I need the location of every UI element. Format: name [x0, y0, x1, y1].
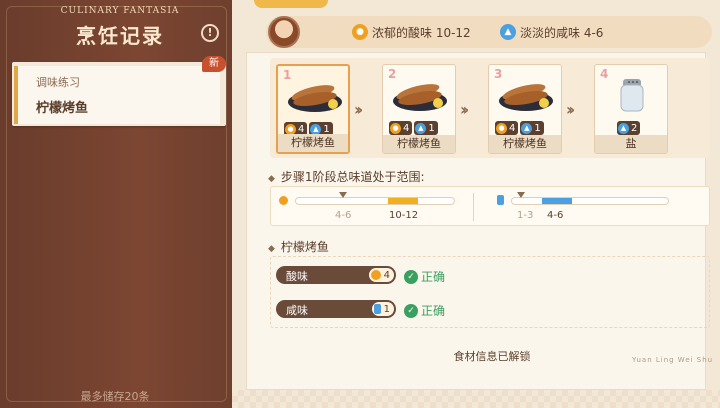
taste-name: 咸味: [286, 304, 308, 317]
correct-indicator: ✓ 正确: [404, 268, 445, 285]
entry-category: 调味练习: [36, 76, 80, 89]
diamond-icon: ◆: [268, 174, 275, 184]
taste-name: 酸味: [286, 270, 308, 283]
record-book-cover: CULINARY FANTASIA 烹饪记录 ! 调味练习 柠檬烤鱼 新 最多储…: [0, 0, 236, 408]
requirement-bar: [266, 16, 712, 48]
salty-value: ▲ 1: [414, 121, 438, 135]
sour-number: 4: [403, 122, 410, 134]
grilled-fish-icon: [393, 84, 447, 111]
sour-number: 4: [298, 123, 305, 135]
sour-taste-pill: 酸味 4: [276, 266, 396, 284]
taste-value: 4: [368, 268, 394, 282]
lemon-icon: [279, 196, 288, 205]
salt-shaker-icon: ▲: [415, 122, 427, 134]
salty-number: 1: [428, 122, 435, 134]
salt-shaker-icon: [373, 304, 381, 314]
requirement-sour: ● 浓郁的酸味 10-12: [352, 22, 471, 42]
step-card-4[interactable]: 4 ▲ 2 盐: [594, 64, 668, 154]
requirement-sour-label: 浓郁的酸味 10-12: [372, 25, 471, 40]
salty-number: 2: [631, 122, 638, 134]
chef-avatar: [268, 16, 300, 48]
sour-target-segment: [388, 198, 418, 204]
sour-value: ● 4: [389, 121, 413, 135]
salty-range-bar: [511, 197, 669, 205]
correct-indicator: ✓ 正确: [404, 302, 445, 319]
check-icon: ✓: [404, 303, 418, 318]
salt-shaker-icon: ▲: [618, 122, 629, 134]
salt-shaker-icon: ▲: [310, 123, 322, 135]
step-name: 柠檬烤鱼: [489, 135, 561, 153]
salt-shaker-icon: [497, 195, 504, 205]
lemon-icon: ●: [285, 123, 296, 135]
sour-range-bar: [295, 197, 455, 205]
grilled-fish-icon: [288, 85, 342, 112]
salty-target-segment: [542, 198, 572, 204]
lemon-icon: ●: [496, 122, 507, 134]
storage-note: 最多储存20条: [80, 390, 150, 403]
status-text: 正确: [421, 270, 446, 284]
dish-title-text: 柠檬烤鱼: [280, 240, 329, 254]
lemon-icon: ●: [390, 122, 401, 134]
page-title: 烹饪记录: [76, 24, 164, 48]
range-section-title: ◆ 步骤1阶段总味道处于范围:: [268, 168, 425, 185]
grilled-fish-icon: [499, 84, 553, 111]
chevron-right-icon: ››: [354, 100, 363, 119]
requirement-salty: ▲ 淡淡的咸味 4-6: [500, 22, 603, 42]
status-text: 正确: [421, 304, 446, 318]
recipe-detail-page: ● 浓郁的酸味 10-12 ▲ 淡淡的咸味 4-6 1 ● 4 ▲ 1 柠檬烤鱼 ›…: [232, 0, 720, 408]
record-entry-lemon-fish[interactable]: 调味练习 柠檬烤鱼: [14, 66, 220, 124]
step-name: 柠檬烤鱼: [383, 135, 455, 153]
taste-value: 1: [371, 302, 394, 316]
sour-target-range: 10-12: [389, 210, 419, 221]
unlock-status: 食材信息已解锁: [453, 350, 531, 363]
lemon-icon: [370, 270, 381, 280]
salty-number: 1: [323, 123, 330, 135]
range-divider: [473, 193, 474, 221]
step-card-2[interactable]: 2 ● 4 ▲ 1 柠檬烤鱼: [382, 64, 456, 154]
publisher-stamp: Yuan Ling Wei Shu: [632, 356, 714, 364]
chevron-right-icon: ››: [566, 100, 575, 119]
check-icon: ✓: [404, 269, 418, 284]
salty-current-range: 1-3: [517, 210, 534, 221]
entry-name: 柠檬烤鱼: [36, 101, 89, 116]
salty-target-range: 4-6: [547, 210, 564, 221]
salty-value: ▲ 2: [617, 121, 641, 135]
lemon-icon: ●: [352, 24, 368, 40]
salt-shaker-icon: ▲: [500, 24, 516, 40]
step-name: 盐: [595, 135, 667, 153]
taste-number: 1: [383, 303, 390, 315]
salty-current-marker: [517, 192, 525, 198]
chevron-right-icon: ››: [460, 100, 469, 119]
step-card-3[interactable]: 3 ● 4 ▲ 1 柠檬烤鱼: [488, 64, 562, 154]
salty-taste-pill: 咸味 1: [276, 300, 396, 318]
sour-current-range: 4-6: [335, 210, 352, 221]
sour-current-marker: [339, 192, 347, 198]
diamond-icon: ◆: [268, 244, 275, 254]
info-icon[interactable]: !: [201, 24, 219, 42]
dish-section-title: ◆ 柠檬烤鱼: [268, 238, 329, 255]
salty-number: 1: [534, 122, 541, 134]
step-card-1[interactable]: 1 ● 4 ▲ 1 柠檬烤鱼: [276, 64, 350, 154]
salty-value: ▲ 1: [520, 121, 544, 135]
step-name: 柠檬烤鱼: [278, 134, 348, 152]
page-tab: [254, 0, 328, 8]
brand-logo: CULINARY FANTASIA: [60, 6, 180, 16]
sour-value: ● 4: [495, 121, 519, 135]
salt-shaker-icon: ▲: [521, 122, 533, 134]
checker-border: [232, 390, 720, 408]
sour-number: 4: [509, 122, 516, 134]
new-badge: 新: [202, 56, 226, 72]
taste-number: 4: [383, 269, 390, 281]
range-title-text: 步骤1阶段总味道处于范围:: [280, 170, 425, 184]
requirement-salty-label: 淡淡的咸味 4-6: [520, 25, 604, 40]
salt-shaker-icon: [620, 79, 644, 112]
taste-range-panel: 4-6 10-12 1-3 4-6: [270, 186, 710, 226]
